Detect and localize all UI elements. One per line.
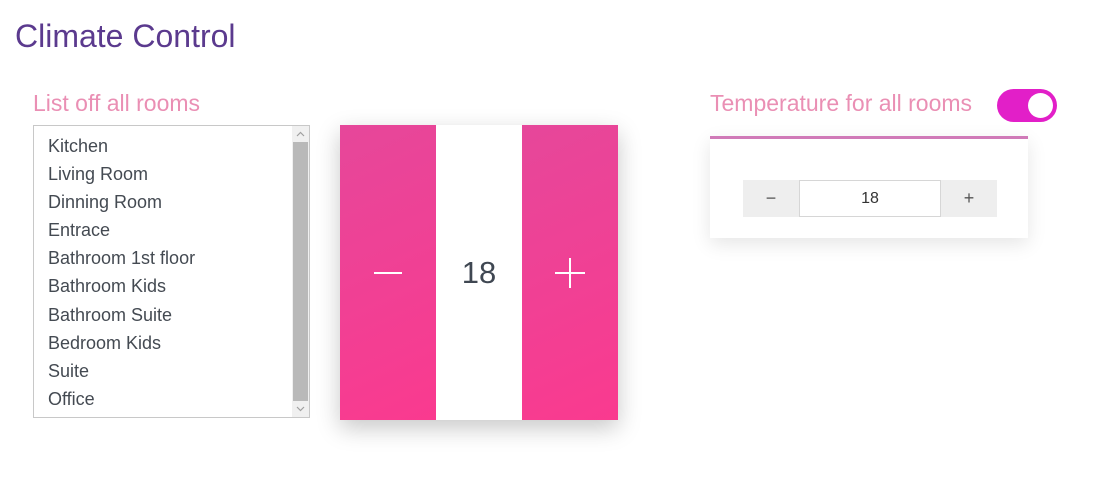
all-rooms-temperature-label: Temperature for all rooms	[710, 90, 973, 116]
room-item-office[interactable]: Office	[34, 385, 291, 413]
all-rooms-increase-button[interactable]: +	[941, 180, 997, 217]
room-item-bathroom-1st-floor[interactable]: Bathroom 1st floor	[34, 244, 291, 272]
minus-icon	[374, 271, 402, 274]
scroll-down-arrow-icon[interactable]	[292, 401, 309, 417]
room-item-kitchen[interactable]: Kitchen	[34, 132, 291, 160]
temperature-stepper: 18	[340, 125, 618, 420]
room-item-living-room[interactable]: Living Room	[34, 160, 291, 188]
temperature-value: 18	[436, 125, 522, 420]
rooms-list-label: List off all rooms	[33, 90, 201, 116]
room-item-bathroom-suite[interactable]: Bathroom Suite	[34, 301, 291, 329]
all-rooms-decrease-button[interactable]: −	[743, 180, 799, 217]
room-list[interactable]: Kitchen Living Room Dinning Room Entrace…	[33, 125, 310, 418]
room-item-bathroom-kids[interactable]: Bathroom Kids	[34, 272, 291, 300]
scroll-up-arrow-icon[interactable]	[292, 126, 309, 142]
room-item-suite[interactable]: Suite	[34, 357, 291, 385]
toggle-knob	[1028, 93, 1053, 118]
room-list-scrollbar[interactable]	[292, 126, 309, 417]
all-rooms-stepper: − +	[743, 180, 997, 217]
plus-icon	[555, 257, 585, 288]
all-rooms-toggle[interactable]	[997, 89, 1057, 122]
room-item-entrace[interactable]: Entrace	[34, 216, 291, 244]
scroll-thumb[interactable]	[293, 142, 308, 401]
room-items: Kitchen Living Room Dinning Room Entrace…	[34, 132, 291, 413]
room-item-bedroom-kids[interactable]: Bedroom Kids	[34, 329, 291, 357]
page-title: Climate Control	[15, 18, 236, 54]
increase-temperature-button[interactable]	[522, 125, 618, 420]
room-item-dinning-room[interactable]: Dinning Room	[34, 188, 291, 216]
all-rooms-temperature-input[interactable]	[799, 180, 941, 217]
all-rooms-temperature-card: − +	[710, 136, 1028, 238]
decrease-temperature-button[interactable]	[340, 125, 436, 420]
